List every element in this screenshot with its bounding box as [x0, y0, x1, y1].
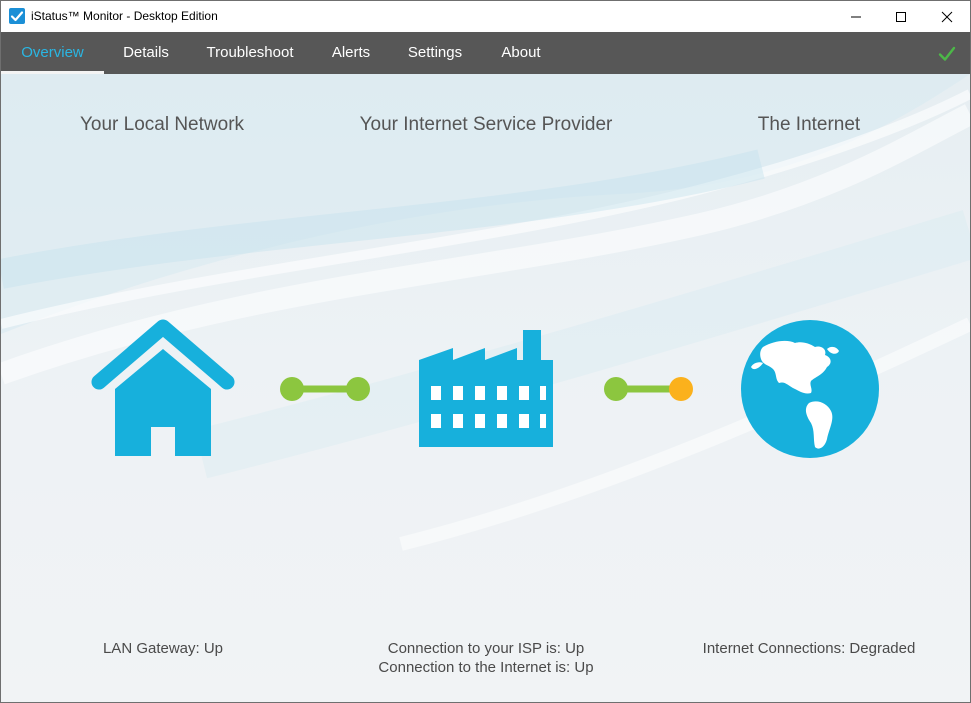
close-button[interactable]	[924, 1, 970, 32]
window-title: iStatus™ Monitor - Desktop Edition	[31, 9, 218, 23]
maximize-button[interactable]	[878, 1, 924, 32]
overview-panel: Your Local Network Your Internet Service…	[1, 74, 970, 702]
isp-connection-status: Connection to your ISP is: Up	[387, 640, 585, 657]
internet-connection-status: Connection to the Internet is: Up	[378, 659, 594, 676]
internet-connections-status: Internet Connections: Degraded	[702, 640, 916, 657]
checkmark-icon	[938, 46, 956, 61]
tab-overview[interactable]: Overview	[1, 32, 104, 74]
isp-internet-link	[604, 377, 693, 401]
factory-icon[interactable]	[415, 328, 557, 449]
globe-icon[interactable]	[739, 319, 881, 459]
title-bar: iStatus™ Monitor - Desktop Edition	[1, 1, 970, 32]
house-icon[interactable]	[91, 319, 235, 459]
isp-title: Your Internet Service Provider	[359, 114, 613, 135]
tab-details[interactable]: Details	[104, 32, 188, 74]
maximize-icon	[896, 11, 906, 22]
tab-about[interactable]: About	[480, 32, 562, 74]
main-nav: Overview Details Troubleshoot Alerts Set…	[1, 32, 970, 74]
minimize-icon	[851, 16, 861, 17]
internet-title: The Internet	[757, 114, 861, 135]
lan-gateway-status: LAN Gateway: Up	[102, 640, 224, 657]
close-icon	[941, 11, 953, 22]
app-logo-icon	[9, 8, 25, 24]
tab-troubleshoot[interactable]: Troubleshoot	[188, 32, 312, 74]
minimize-button[interactable]	[833, 1, 879, 32]
tab-settings[interactable]: Settings	[390, 32, 480, 74]
tab-alerts[interactable]: Alerts	[312, 32, 390, 74]
local-network-title: Your Local Network	[79, 114, 245, 135]
lan-isp-link	[280, 377, 370, 401]
app-window: iStatus™ Monitor - Desktop Edition Overv…	[0, 0, 971, 703]
